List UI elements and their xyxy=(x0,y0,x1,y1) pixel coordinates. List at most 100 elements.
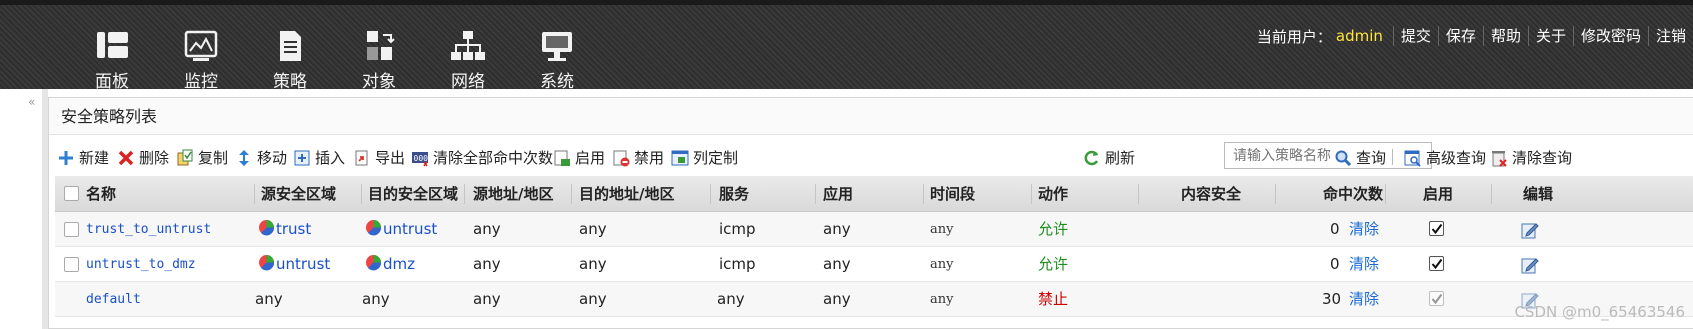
enabled-checkbox[interactable] xyxy=(1429,256,1444,271)
col-enabled[interactable]: 启用 xyxy=(1423,176,1453,212)
col-action[interactable]: 动作 xyxy=(1038,176,1068,212)
col-divider xyxy=(1491,184,1492,204)
col-src-addr[interactable]: 源地址/地区 xyxy=(473,176,553,212)
src-zone-cell: trust xyxy=(258,212,311,247)
svg-text:000: 000 xyxy=(414,154,429,163)
nav-item-system[interactable]: 系统 xyxy=(525,25,589,92)
col-dst-addr[interactable]: 目的地址/地区 xyxy=(579,176,674,212)
dst-zone-cell: untrust xyxy=(365,212,437,247)
insert-label: 插入 xyxy=(315,149,346,167)
policy-name[interactable]: trust_to_untrust xyxy=(86,212,211,247)
clear-hits-link[interactable]: 清除 xyxy=(1349,212,1379,247)
nav-item-object[interactable]: 对象 xyxy=(347,25,411,92)
policy-name[interactable]: default xyxy=(86,282,141,317)
clear-query-button[interactable]: 清除查询 xyxy=(1490,147,1572,168)
policy-name[interactable]: untrust_to_dmz xyxy=(86,247,196,282)
edit-icon[interactable] xyxy=(1521,221,1539,239)
refresh-label: 刷新 xyxy=(1105,149,1136,167)
nav-label-network: 网络 xyxy=(451,72,485,92)
col-name[interactable]: 名称 xyxy=(86,176,116,212)
insert-button[interactable]: 插入 xyxy=(293,147,345,168)
src-addr: any xyxy=(473,255,501,273)
clear-all-hits-label: 清除全部命中次数 xyxy=(433,149,554,167)
current-user-name: admin xyxy=(1335,27,1383,45)
action-allow: 允许 xyxy=(1038,255,1069,273)
search-icon xyxy=(1335,150,1352,166)
advanced-query-button[interactable]: 高级查询 xyxy=(1404,147,1486,168)
copy-button[interactable]: 复制 xyxy=(176,147,228,168)
disable-button[interactable]: 禁用 xyxy=(612,147,664,168)
refresh-button[interactable]: 刷新 xyxy=(1083,147,1135,168)
col-service[interactable]: 服务 xyxy=(719,176,749,212)
enabled-checkbox[interactable] xyxy=(1429,221,1444,236)
help-link[interactable]: 帮助 xyxy=(1482,26,1528,46)
dst-addr: any xyxy=(579,255,607,273)
columns-icon xyxy=(671,150,689,165)
col-divider xyxy=(815,184,816,204)
col-divider xyxy=(923,184,924,204)
select-all-checkbox[interactable] xyxy=(64,186,79,201)
panel-title: 安全策略列表 xyxy=(49,98,1693,135)
col-content-security[interactable]: 内容安全 xyxy=(1181,176,1241,212)
table-row[interactable]: default any any any any any any any 禁止 3… xyxy=(55,282,1693,317)
src-addr: any xyxy=(473,290,501,308)
column-customize-button[interactable]: 列定制 xyxy=(671,147,738,168)
enable-label: 启用 xyxy=(575,149,606,167)
dst-zone: any xyxy=(362,290,390,308)
service: icmp xyxy=(719,220,756,238)
dst-addr: any xyxy=(579,290,607,308)
collapse-icon[interactable]: « xyxy=(28,95,35,109)
zone-icon xyxy=(366,220,382,236)
row-checkbox[interactable] xyxy=(64,222,79,237)
application: any xyxy=(823,290,851,308)
change-password-link[interactable]: 修改密码 xyxy=(1572,26,1648,46)
col-app[interactable]: 应用 xyxy=(823,176,853,212)
col-divider xyxy=(571,184,572,204)
enable-button[interactable]: 启用 xyxy=(553,147,605,168)
clear-all-hits-button[interactable]: 000 清除全部命中次数 xyxy=(411,147,553,168)
table-row[interactable]: untrust_to_dmz untrust dmz any any icmp … xyxy=(55,247,1693,282)
table-row[interactable]: trust_to_untrust trust untrust any any i… xyxy=(55,212,1693,247)
system-icon xyxy=(542,32,572,61)
time-range: any xyxy=(930,222,954,237)
delete-button[interactable]: 删除 xyxy=(117,147,169,168)
disable-label: 禁用 xyxy=(634,149,665,167)
monitor-icon xyxy=(184,30,218,61)
move-button[interactable]: 移动 xyxy=(235,147,287,168)
about-link[interactable]: 关于 xyxy=(1527,26,1573,46)
policy-name-search-input[interactable] xyxy=(1224,142,1432,169)
new-button[interactable]: 新建 xyxy=(57,147,109,168)
nav-item-panel[interactable]: 面板 xyxy=(80,25,144,92)
time-range: any xyxy=(930,292,954,307)
src-zone-cell: untrust xyxy=(258,247,330,282)
left-sidebar-collapsed xyxy=(0,89,45,329)
refresh-icon xyxy=(1084,150,1099,165)
col-dst-zone[interactable]: 目的安全区域 xyxy=(368,176,458,212)
nav-label-policy: 策略 xyxy=(273,72,307,92)
col-edit[interactable]: 编辑 xyxy=(1523,176,1553,212)
save-link[interactable]: 保存 xyxy=(1437,26,1483,46)
query-button[interactable]: 查询 xyxy=(1334,147,1386,168)
hit-count: 0 xyxy=(1330,220,1340,238)
col-time[interactable]: 时间段 xyxy=(930,176,975,212)
clear-hits-link[interactable]: 清除 xyxy=(1349,247,1379,282)
col-src-zone[interactable]: 源安全区域 xyxy=(261,176,336,212)
clear-hits-link[interactable]: 清除 xyxy=(1349,282,1379,317)
logout-link[interactable]: 注销 xyxy=(1647,26,1693,46)
row-checkbox[interactable] xyxy=(64,257,79,272)
nav-item-network[interactable]: 网络 xyxy=(436,25,500,92)
nav-item-policy[interactable]: 策略 xyxy=(258,25,322,92)
user-box: 当前用户： admin 提交 保存 帮助 关于 修改密码 注销 xyxy=(1257,23,1693,49)
export-button[interactable]: 导出 xyxy=(353,147,405,168)
plus-icon xyxy=(59,150,73,165)
service: icmp xyxy=(719,255,756,273)
submit-link[interactable]: 提交 xyxy=(1392,26,1438,46)
edit-icon[interactable] xyxy=(1521,256,1539,274)
col-divider xyxy=(1385,184,1386,204)
src-zone: trust xyxy=(276,220,312,238)
policy-icon xyxy=(280,31,301,61)
time-range: any xyxy=(930,257,954,272)
nav-item-monitor[interactable]: 监控 xyxy=(169,25,233,92)
toolbar-separator xyxy=(1392,149,1393,165)
col-hits[interactable]: 命中次数 xyxy=(1323,176,1383,212)
